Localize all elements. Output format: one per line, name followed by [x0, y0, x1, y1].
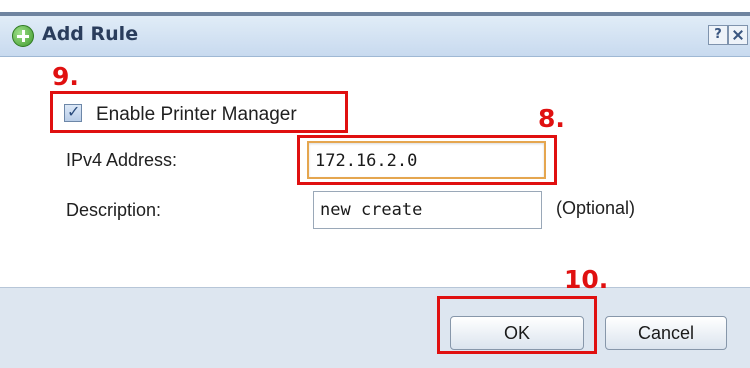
ipv4-address-label: IPv4 Address: — [66, 150, 178, 170]
help-button[interactable]: ? — [708, 25, 728, 45]
annotation-step-10: 10. — [564, 265, 609, 294]
enable-printer-manager-checkbox[interactable]: ✓ — [64, 102, 82, 122]
add-circle-icon — [12, 25, 34, 47]
dialog-title-bar: Add Rule ? — [0, 12, 750, 57]
description-label: Description: — [66, 200, 162, 220]
ipv4-address-input[interactable]: 172.16.2.0 — [307, 141, 546, 179]
annotation-step-8: 8. — [538, 104, 565, 133]
optional-hint: (Optional) — [556, 198, 636, 218]
description-input[interactable]: new create — [313, 191, 542, 229]
title-bar-top-strip — [0, 12, 750, 16]
enable-printer-manager-label: Enable Printer Manager — [96, 104, 297, 125]
annotation-step-9: 9. — [52, 62, 79, 91]
dialog-title: Add Rule — [42, 23, 139, 45]
close-button[interactable] — [728, 25, 748, 45]
checkmark-icon: ✓ — [67, 102, 81, 121]
cancel-button[interactable]: Cancel — [605, 316, 727, 350]
ok-button[interactable]: OK — [450, 316, 584, 350]
